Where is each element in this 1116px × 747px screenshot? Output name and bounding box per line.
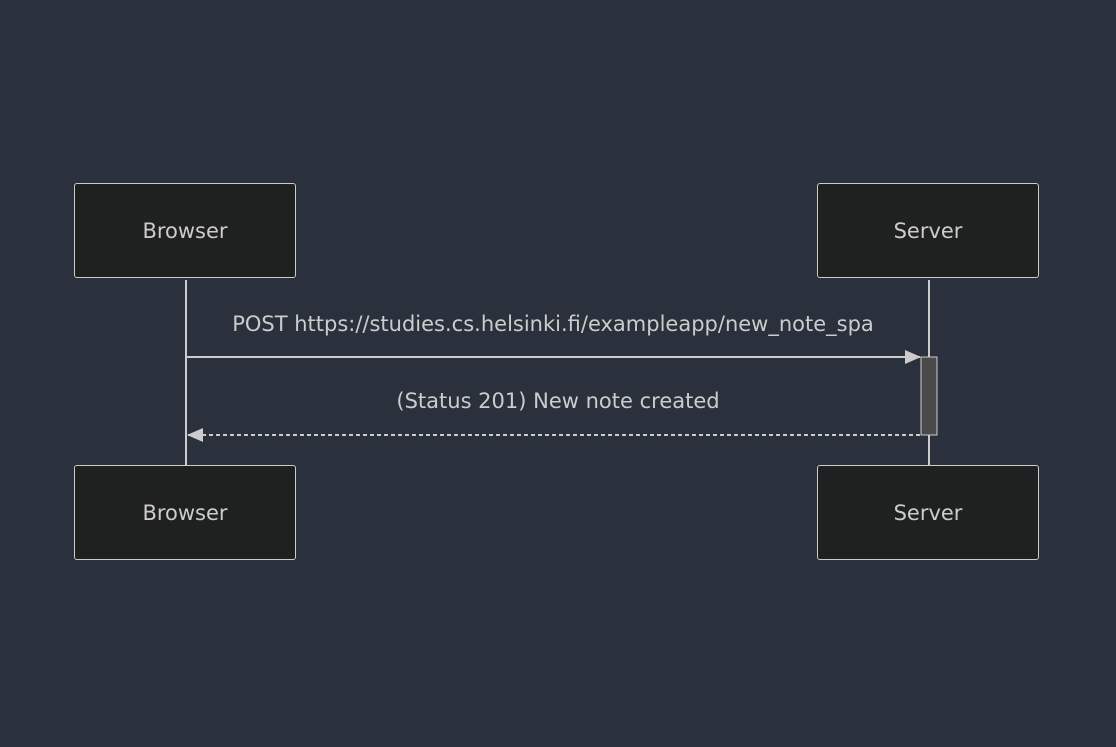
actor-server-bottom: Server: [817, 465, 1039, 560]
actor-browser-bottom: Browser: [74, 465, 296, 560]
request-label: POST https://studies.cs.helsinki.fi/exam…: [232, 312, 874, 336]
response-label: (Status 201) New note created: [396, 389, 720, 413]
actor-browser-top: Browser: [74, 183, 296, 278]
activation-server: [920, 356, 938, 436]
sequence-lines: [185, 280, 938, 465]
actor-server-top: Server: [817, 183, 1039, 278]
